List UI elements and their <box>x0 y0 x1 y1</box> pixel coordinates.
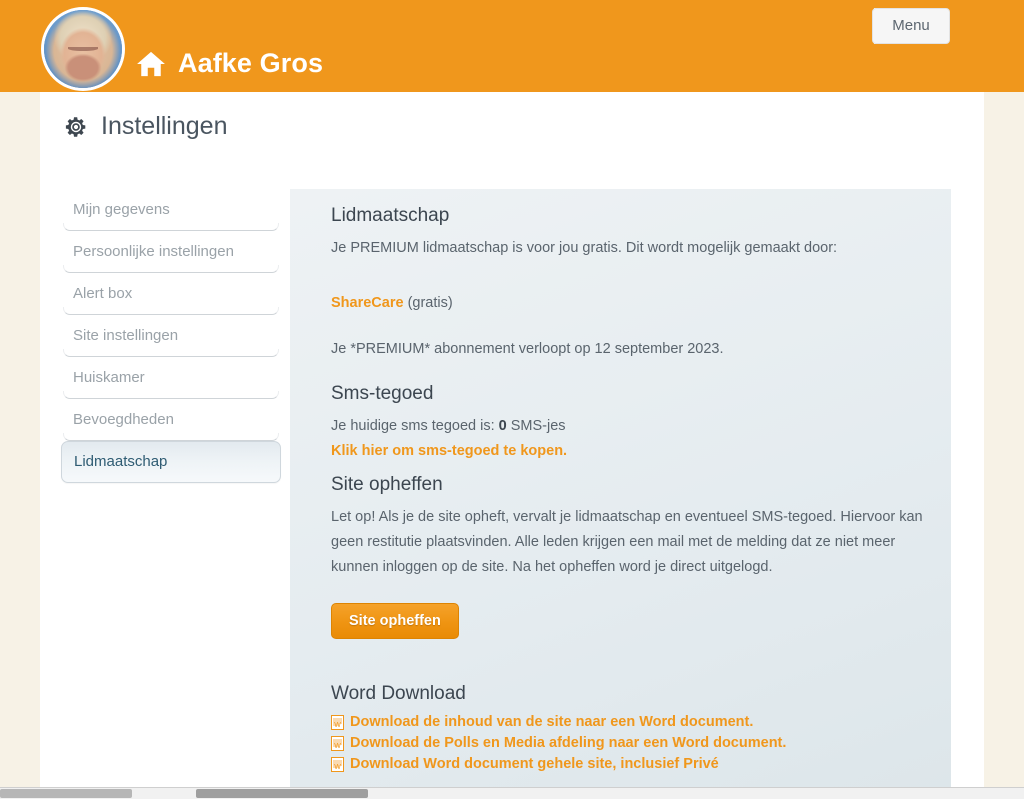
gear-icon <box>65 116 86 137</box>
settings-sidebar: Mijn gegevens Persoonlijke instellingen … <box>61 189 281 483</box>
sponsor-line: ShareCare (gratis) <box>331 291 927 316</box>
sidebar-item-huiskamer[interactable]: Huiskamer <box>61 357 281 399</box>
sidebar-item-bevoegdheden[interactable]: Bevoegdheden <box>61 399 281 441</box>
cancel-heading: Site opheffen <box>331 474 443 495</box>
scrollbar-thumb[interactable] <box>196 789 368 798</box>
sms-heading: Sms-tegoed <box>331 383 434 404</box>
sponsor-link[interactable]: ShareCare <box>331 295 404 311</box>
sidebar-item-alert-box[interactable]: Alert box <box>61 273 281 315</box>
page-root: Aafke Gros Menu Instellingen Mijn gegeve… <box>0 0 1024 799</box>
svg-text:W: W <box>334 764 341 771</box>
membership-expiry: Je *PREMIUM* abonnement verloopt op 12 s… <box>331 341 724 357</box>
sidebar-item-mijn-gegevens[interactable]: Mijn gegevens <box>61 189 281 231</box>
download-polls-media-link[interactable]: W Download de Polls en Media afdeling na… <box>331 735 927 751</box>
word-document-icon: W <box>331 756 344 772</box>
page-title: Instellingen <box>101 112 228 140</box>
horizontal-scrollbar[interactable] <box>0 787 1024 799</box>
download-site-content-link[interactable]: W Download de inhoud van de site naar ee… <box>331 714 927 730</box>
word-download-section: Word Download W Download de inhoud van d… <box>331 683 927 772</box>
sms-buy-line: Klik hier om sms-tegoed te kopen. <box>331 439 927 464</box>
sidebar-item-site-instellingen[interactable]: Site instellingen <box>61 315 281 357</box>
download-link-label: Download de Polls en Media afdeling naar… <box>350 735 787 751</box>
home-icon[interactable] <box>136 51 166 77</box>
membership-heading: Lidmaatschap <box>331 205 450 226</box>
site-header: Aafke Gros Menu <box>0 0 1024 92</box>
membership-intro: Je PREMIUM lidmaatschap is voor jou grat… <box>331 240 838 256</box>
menu-button[interactable]: Menu <box>872 8 950 44</box>
cancel-warning: Let op! Als je de site opheft, vervalt j… <box>331 509 923 575</box>
sms-balance-prefix: Je huidige sms tegoed is: <box>331 418 499 434</box>
scrollbar-thumb-left[interactable] <box>0 789 132 798</box>
word-document-icon: W <box>331 735 344 751</box>
buy-sms-link[interactable]: Klik hier om sms-tegoed te kopen. <box>331 443 567 459</box>
sms-balance-suffix: SMS-jes <box>506 418 566 434</box>
sponsor-suffix: (gratis) <box>403 295 453 311</box>
sms-balance: Je huidige sms tegoed is: 0 SMS-jes <box>331 414 927 439</box>
svg-text:W: W <box>334 743 341 750</box>
avatar-image <box>44 10 122 88</box>
site-opheffen-button[interactable]: Site opheffen <box>331 603 459 639</box>
svg-text:W: W <box>334 722 341 729</box>
avatar[interactable] <box>41 7 125 91</box>
word-document-icon: W <box>331 714 344 730</box>
page-heading: Instellingen <box>64 112 227 141</box>
download-full-site-link[interactable]: W Download Word document gehele site, in… <box>331 756 927 772</box>
sms-balance-value: 0 <box>498 418 507 434</box>
word-download-heading: Word Download <box>331 683 466 704</box>
download-link-label: Download de inhoud van de site naar een … <box>350 714 754 730</box>
site-title[interactable]: Aafke Gros <box>178 48 323 79</box>
sidebar-item-persoonlijke-instellingen[interactable]: Persoonlijke instellingen <box>61 231 281 273</box>
settings-panel: Lidmaatschap Je PREMIUM lidmaatschap is … <box>290 189 951 791</box>
download-link-label: Download Word document gehele site, incl… <box>350 756 719 772</box>
content-sheet: Instellingen Mijn gegevens Persoonlijke … <box>40 92 984 791</box>
sidebar-item-lidmaatschap[interactable]: Lidmaatschap <box>61 441 281 483</box>
